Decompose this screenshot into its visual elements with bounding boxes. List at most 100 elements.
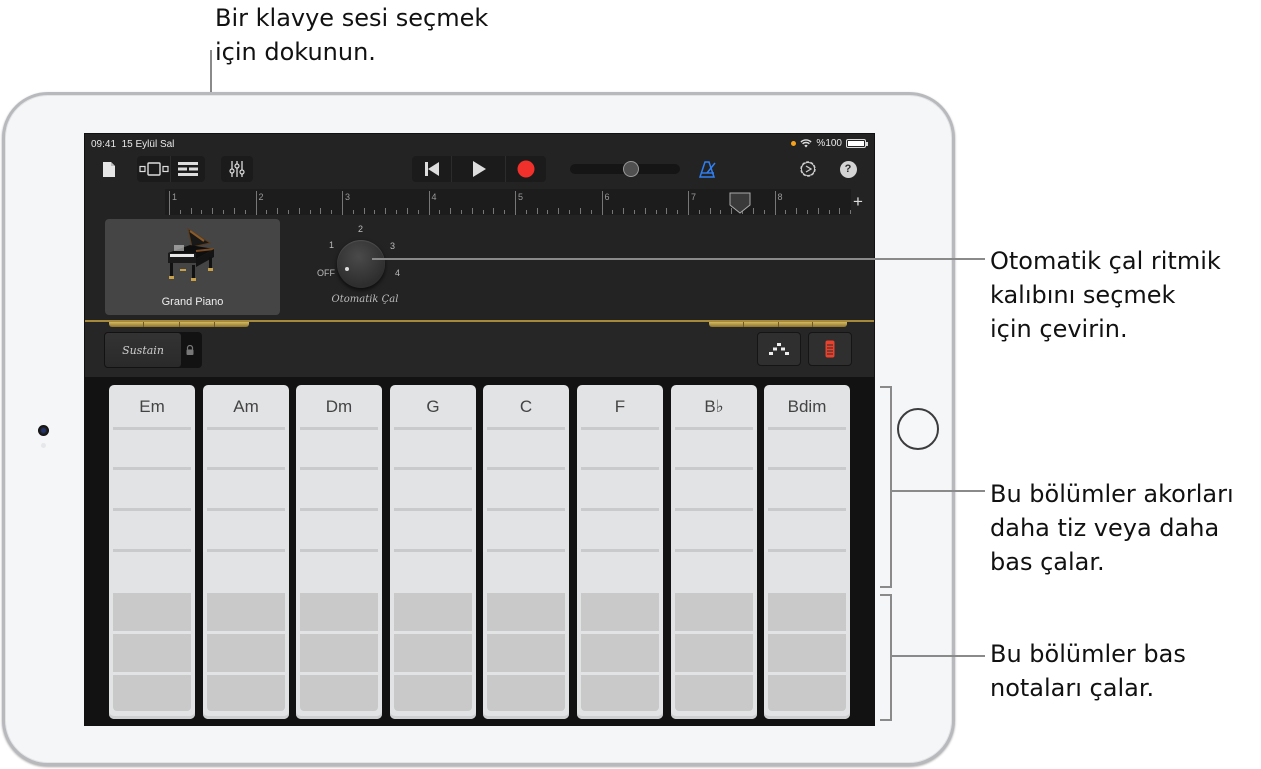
chord-segment-divider [581, 508, 659, 511]
chord-segment-divider [113, 427, 191, 430]
bass-note-segment[interactable] [581, 634, 659, 672]
ruler-tick [417, 210, 419, 214]
callout-chords: Bu bölümler akorları daha tiz veya daha … [990, 480, 1234, 576]
bass-note-segment[interactable] [300, 675, 378, 711]
sensor [41, 443, 46, 448]
go-to-beginning-button[interactable] [412, 156, 452, 182]
tracks-list-button[interactable] [171, 156, 205, 182]
chord-segment-divider [300, 427, 378, 430]
keyboard-chord-toggle-button[interactable] [808, 332, 852, 366]
bass-note-segment[interactable] [113, 634, 191, 672]
chord-strip[interactable]: B♭ [671, 385, 757, 719]
chord-label: Bdim [787, 397, 827, 416]
metronome-button[interactable] [697, 156, 719, 182]
home-button[interactable] [897, 408, 939, 450]
metronome-icon [699, 160, 716, 178]
playhead-handle[interactable] [729, 192, 751, 214]
chord-segment-divider [394, 549, 472, 552]
bass-note-segment[interactable] [581, 675, 659, 711]
autoplay-knob[interactable] [337, 240, 385, 288]
bass-note-segment[interactable] [113, 675, 191, 711]
chord-segment-divider [768, 467, 846, 470]
bass-note-segment[interactable] [394, 675, 472, 711]
chord-segment-divider [113, 508, 191, 511]
chord-strip[interactable]: Bdim [764, 385, 850, 719]
ruler-bar-number: 5 [518, 192, 524, 202]
chord-segment-divider [113, 467, 191, 470]
chord-strip[interactable]: C [483, 385, 569, 719]
sustain-button[interactable]: Sustain [105, 333, 181, 367]
ruler-tick [677, 210, 679, 214]
chord-strip[interactable]: F [577, 385, 663, 719]
bass-note-segment[interactable] [300, 593, 378, 631]
ruler-tick [201, 210, 203, 214]
bass-note-segment[interactable] [207, 675, 285, 711]
my-songs-button[interactable] [99, 156, 119, 182]
grand-piano-icon [168, 227, 215, 281]
callout-autoplay: Otomatik çal ritmik kalıbını seçmek için… [990, 247, 1221, 343]
mixer-icon [229, 161, 245, 177]
bass-note-segment[interactable] [768, 634, 846, 672]
chord-segment-divider [207, 467, 285, 470]
bass-note-segment[interactable] [113, 593, 191, 631]
bass-note-segment[interactable] [581, 593, 659, 631]
chord-strip[interactable]: G [390, 385, 476, 719]
ruler-tick [623, 208, 625, 214]
master-volume-slider[interactable] [570, 161, 680, 177]
track-view-button[interactable] [137, 156, 171, 182]
ruler-tick [406, 208, 408, 214]
ruler-tick [633, 210, 635, 214]
help-button[interactable]: ? [838, 156, 858, 182]
bass-note-segment[interactable] [768, 593, 846, 631]
bass-note-segment[interactable] [207, 634, 285, 672]
lock-icon[interactable] [186, 345, 194, 355]
record-button[interactable] [506, 156, 546, 182]
help-icon: ? [839, 160, 857, 178]
chord-bracket-vertical [890, 386, 892, 588]
ruler-tick [785, 210, 787, 214]
chord-strip[interactable]: Am [203, 385, 289, 719]
ruler-tick [828, 210, 830, 214]
ruler-tick [482, 210, 484, 214]
tracks-list-icon [178, 162, 198, 176]
ruler-tick [374, 210, 376, 214]
autoplay-callout-line [372, 258, 985, 260]
chord-segment-divider [768, 427, 846, 430]
ruler-tick [839, 208, 841, 214]
bass-note-segment[interactable] [487, 675, 565, 711]
bass-note-segment[interactable] [675, 593, 753, 631]
ruler-bar-line [688, 191, 689, 215]
chord-label: C [519, 397, 533, 416]
chord-segment-divider [581, 467, 659, 470]
bass-note-segment[interactable] [487, 634, 565, 672]
arpeggiator-button[interactable] [757, 332, 801, 366]
ruler-tick [320, 208, 322, 214]
bass-note-segment[interactable] [675, 634, 753, 672]
ruler-tick [363, 208, 365, 214]
ruler-bar-number: 8 [777, 192, 783, 202]
mixer-button[interactable] [221, 156, 253, 182]
knob-indicator [345, 267, 349, 271]
gold-hinge-right [709, 322, 847, 327]
ruler-bar-number: 2 [258, 192, 264, 202]
bass-note-segment[interactable] [394, 593, 472, 631]
ruler-bar-number: 6 [604, 192, 610, 202]
chord-strip[interactable]: Em [109, 385, 195, 719]
bass-note-segment[interactable] [300, 634, 378, 672]
bass-note-segment[interactable] [207, 593, 285, 631]
instrument-selector[interactable]: Grand Piano [105, 219, 280, 315]
chord-strip[interactable]: Dm [296, 385, 382, 719]
bass-note-segment[interactable] [394, 634, 472, 672]
settings-button[interactable] [797, 156, 819, 182]
play-button[interactable] [452, 156, 506, 182]
chord-segment-divider [300, 467, 378, 470]
ruler-tick [352, 210, 354, 214]
chord-segment-divider [207, 549, 285, 552]
add-section-button[interactable]: + [853, 192, 863, 212]
chord-segment-divider [394, 427, 472, 430]
ruler-bar-line [428, 191, 430, 215]
bass-note-segment[interactable] [768, 675, 846, 711]
master-volume-knob[interactable] [622, 161, 639, 177]
bass-note-segment[interactable] [675, 675, 753, 711]
bass-note-segment[interactable] [487, 593, 565, 631]
